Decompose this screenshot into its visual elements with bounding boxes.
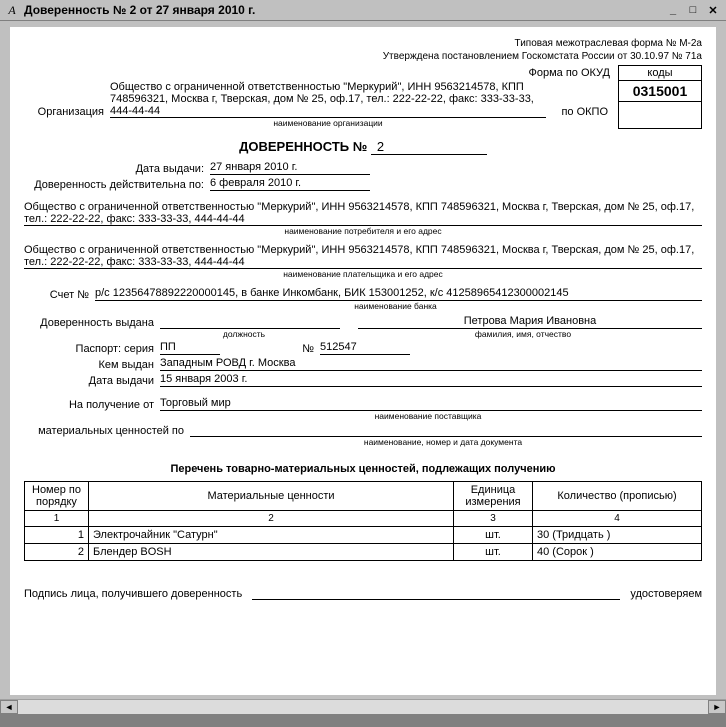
- items-table: Номер по порядку Материальные ценности Е…: [24, 481, 702, 561]
- signature-label: Подпись лица, получившего доверенность: [24, 588, 242, 600]
- scroll-track[interactable]: [18, 700, 708, 714]
- consumer-sub: наименование потребителя и его адрес: [24, 226, 702, 236]
- name-sub: фамилия, имя, отчество: [344, 329, 702, 339]
- person-date: 15 января 2003 г.: [160, 373, 702, 387]
- colnum-2: 2: [89, 511, 454, 527]
- passport-series: ПП: [160, 341, 220, 355]
- person-date-label: Дата выдачи: [24, 375, 156, 387]
- app-icon: A: [4, 3, 20, 18]
- close-button[interactable]: ✕: [704, 2, 722, 18]
- th-item: Материальные ценности: [89, 482, 454, 511]
- issuer: Западным РОВД г. Москва: [160, 357, 702, 371]
- valid-date-label: Доверенность действительна по:: [24, 179, 206, 191]
- valuables-label: материальных ценностей по: [24, 425, 186, 437]
- payer-text: Общество с ограниченной ответственностью…: [24, 244, 694, 268]
- issue-date-label: Дата выдачи:: [24, 163, 206, 175]
- issue-date: 27 января 2010 г.: [210, 161, 370, 175]
- window-title: Доверенность № 2 от 27 января 2010 г.: [24, 3, 255, 17]
- issued-label: Доверенность выдана: [24, 317, 156, 329]
- cell-unit: шт.: [454, 527, 533, 544]
- cell-num: 1: [25, 527, 89, 544]
- form-approved: Утверждена постановлением Госкомстата Ро…: [24, 50, 702, 63]
- doc-title: ДОВЕРЕННОСТЬ №: [239, 139, 367, 154]
- cell-qty: 40 (Сорок ): [533, 544, 702, 561]
- document-page: Типовая межотраслевая форма № М-2а Утвер…: [10, 27, 716, 695]
- form-type: Типовая межотраслевая форма № М-2а: [24, 37, 702, 50]
- minimize-button[interactable]: _: [664, 2, 682, 18]
- colnum-3: 3: [454, 511, 533, 527]
- supplier-sub: наименование поставщика: [154, 411, 702, 421]
- scroll-left-button[interactable]: ◄: [0, 700, 18, 714]
- passport-no-label: №: [224, 343, 316, 355]
- cell-item: Электрочайник "Сатурн": [89, 527, 454, 544]
- position: [160, 315, 340, 329]
- org-subcaption: наименование организации: [104, 118, 552, 128]
- codes-box: коды 0315001: [618, 65, 702, 129]
- codes-header: коды: [619, 66, 702, 81]
- colnum-1: 1: [25, 511, 89, 527]
- okpo-code: [619, 102, 702, 129]
- table-header-row: Номер по порядку Материальные ценности Е…: [25, 482, 702, 511]
- valuables-value: [190, 423, 702, 437]
- cell-unit: шт.: [454, 544, 533, 561]
- maximize-button[interactable]: □: [684, 2, 702, 18]
- consumer-text: Общество с ограниченной ответственностью…: [24, 201, 694, 225]
- payer-sub: наименование плательщика и его адрес: [24, 269, 702, 279]
- signature-line: [252, 585, 620, 600]
- th-num: Номер по порядку: [25, 482, 89, 511]
- supplier-name: Торговый мир: [160, 397, 702, 411]
- okpo-label: по ОКПО: [550, 106, 610, 118]
- valid-date: 6 февраля 2010 г.: [210, 177, 370, 191]
- th-qty: Количество (прописью): [533, 482, 702, 511]
- th-unit: Единица измерения: [454, 482, 533, 511]
- org-text: Общество с ограниченной ответственностью…: [110, 81, 534, 117]
- table-caption: Перечень товарно-материальных ценностей,…: [24, 463, 702, 475]
- account-label: Счет №: [24, 289, 91, 301]
- window-titlebar: A Доверенность № 2 от 27 января 2010 г. …: [0, 0, 726, 21]
- document-viewport: Типовая межотраслевая форма № М-2а Утвер…: [0, 21, 726, 714]
- table-row: 1Электрочайник "Сатурн"шт.30 (Тридцать ): [25, 527, 702, 544]
- passport-no: 512547: [320, 341, 410, 355]
- person-name: Петрова Мария Ивановна: [358, 315, 702, 329]
- scroll-right-button[interactable]: ►: [708, 700, 726, 714]
- okud-label: Форма по ОКУД: [529, 67, 611, 79]
- receive-label: На получение от: [24, 399, 156, 411]
- valuables-sub: наименование, номер и дата документа: [184, 437, 702, 447]
- table-row: 2Блендер BOSHшт.40 (Сорок ): [25, 544, 702, 561]
- cell-qty: 30 (Тридцать ): [533, 527, 702, 544]
- passport-label: Паспорт: серия: [24, 343, 156, 355]
- okud-code: 0315001: [619, 81, 702, 102]
- signature-confirm: удостоверяем: [630, 588, 702, 600]
- cell-num: 2: [25, 544, 89, 561]
- issuer-label: Кем выдан: [24, 359, 156, 371]
- position-sub: должность: [154, 329, 334, 339]
- org-label: Организация: [24, 106, 106, 118]
- colnum-4: 4: [533, 511, 702, 527]
- account-text: р/с 12356478892220000145, в банке Инкомб…: [95, 287, 702, 301]
- account-sub: наименование банка: [89, 301, 702, 311]
- scrollbar-horizontal[interactable]: ◄ ►: [0, 699, 726, 714]
- cell-item: Блендер BOSH: [89, 544, 454, 561]
- table-colnums-row: 1 2 3 4: [25, 511, 702, 527]
- doc-number: 2: [371, 139, 487, 155]
- doc-title-row: ДОВЕРЕННОСТЬ № 2: [24, 139, 702, 155]
